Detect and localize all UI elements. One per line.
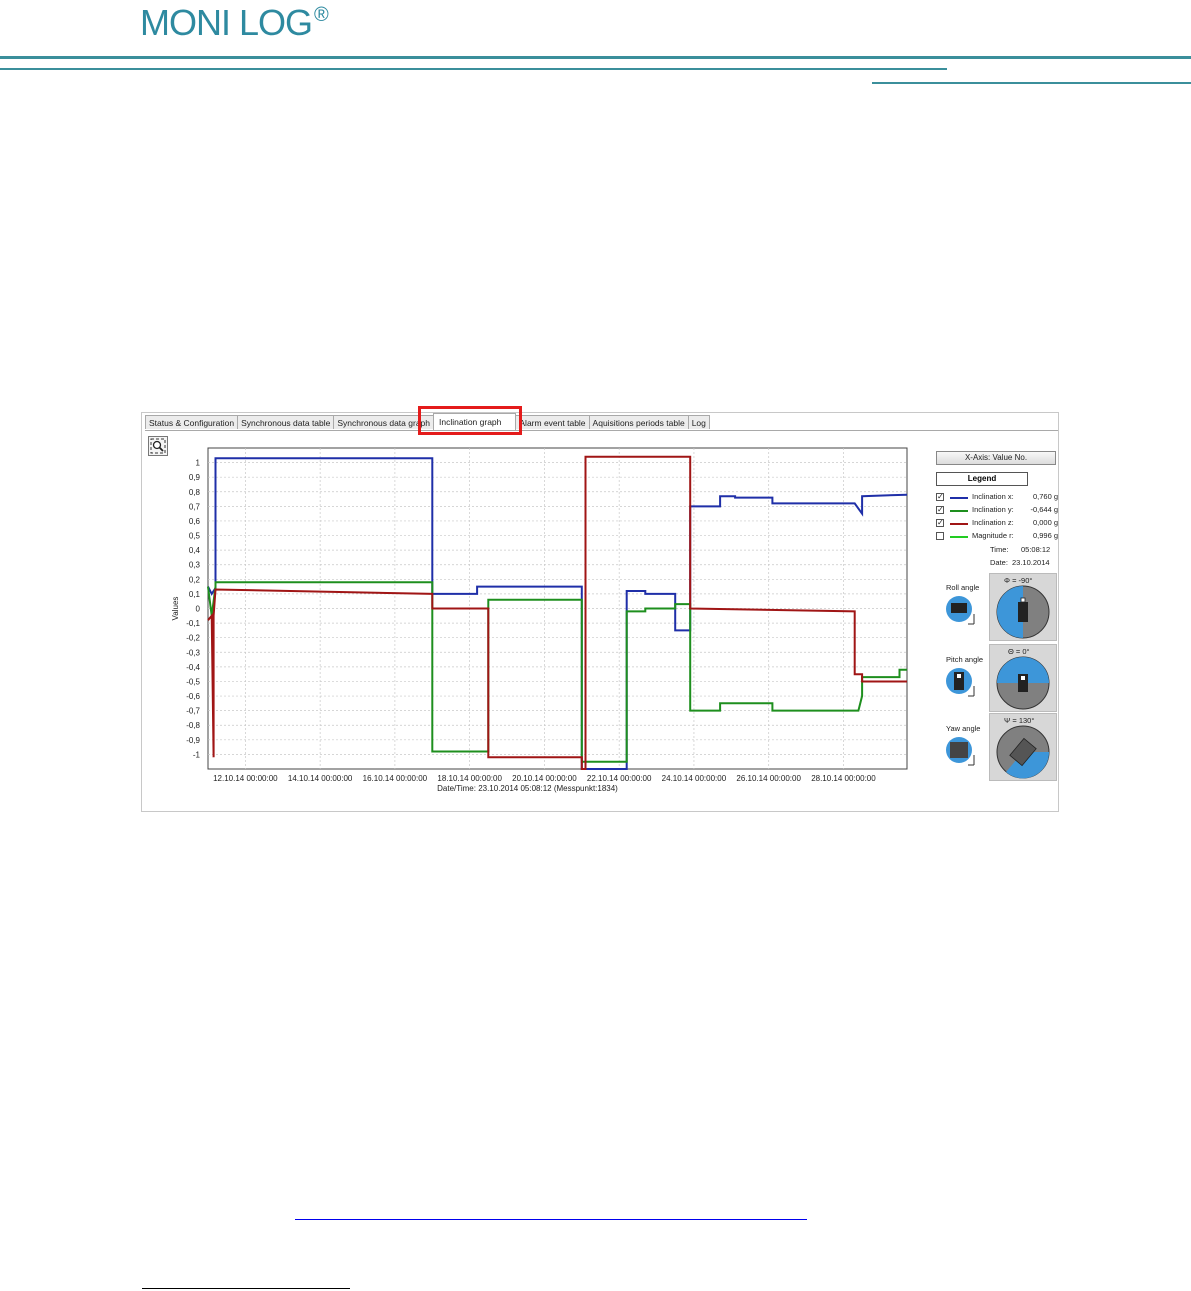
- y-tick-label: 0,7: [189, 502, 201, 511]
- y-tick-label: 0,6: [189, 517, 201, 526]
- legend-checkbox[interactable]: ✓: [936, 519, 944, 527]
- date-label: Date:: [990, 558, 1008, 567]
- header-rule-middle: [0, 68, 947, 70]
- y-tick-label: 0,8: [189, 488, 201, 497]
- pitch-dial-icon: [996, 656, 1050, 710]
- legend-panel: X-Axis: Value No. Legend ✓ Inclination x…: [934, 451, 1060, 791]
- legend-label: Inclination z:: [972, 518, 1014, 527]
- pitch-angle-label: Pitch angle: [946, 655, 984, 664]
- header-rule-bottom: [872, 82, 1191, 84]
- legend-row-inclination-x: ✓ Inclination x: 0,760 g: [936, 492, 1060, 504]
- x-tick-label: 12.10.14 00:00:00: [213, 774, 278, 783]
- x-tick-label: 16.10.14 00:00:00: [363, 774, 428, 783]
- x-tick-label: 20.10.14 00:00:00: [512, 774, 577, 783]
- x-tick-label: 24.10.14 00:00:00: [662, 774, 727, 783]
- app-screenshot: Status & Configuration Synchronous data …: [141, 412, 1059, 812]
- y-tick-label: -0,1: [186, 619, 200, 628]
- date-value: 23.10.2014: [1012, 558, 1050, 567]
- footnote-link-underline: [295, 1219, 807, 1220]
- y-tick-label: -0,6: [186, 692, 200, 701]
- legend-label: Inclination x:: [972, 492, 1014, 501]
- legend-value: 0,996 g: [1032, 531, 1058, 540]
- legend-button[interactable]: Legend: [936, 472, 1028, 486]
- y-tick-label: -0,9: [186, 736, 200, 745]
- legend-swatch: [950, 536, 968, 538]
- logo-registered-mark: ®: [314, 4, 329, 26]
- legend-row-inclination-z: ✓ Inclination z: 0,000 g: [936, 518, 1060, 530]
- roll-orientation-icon: [944, 594, 980, 630]
- x-tick-label: 28.10.14 00:00:00: [811, 774, 876, 783]
- x-axis-label: Date/Time: 23.10.2014 05:08:12 (Messpunk…: [437, 784, 618, 793]
- roll-dial-panel: Φ = -90°: [989, 573, 1057, 641]
- legend-checkbox[interactable]: ✓: [936, 493, 944, 501]
- x-tick-label: 22.10.14 00:00:00: [587, 774, 652, 783]
- y-axis-label: Values: [171, 597, 180, 621]
- y-tick-label: 0,9: [189, 473, 201, 482]
- pitch-dial-panel: Θ = 0°: [989, 644, 1057, 712]
- logo-text: MONI LOG: [140, 2, 313, 43]
- legend-value: 0,760 g: [1032, 492, 1058, 501]
- y-tick-label: 0,3: [189, 561, 201, 570]
- active-tab-highlight: [418, 406, 522, 435]
- y-tick-label: -0,4: [186, 663, 200, 672]
- x-tick-label: 14.10.14 00:00:00: [288, 774, 353, 783]
- legend-label: Magnitude r:: [972, 531, 1014, 540]
- y-tick-label: -0,3: [186, 648, 200, 657]
- brand-logo: MONI LOG ®: [140, 2, 329, 44]
- y-tick-label: -0,7: [186, 707, 200, 716]
- x-axis-button[interactable]: X-Axis: Value No.: [936, 451, 1056, 465]
- y-tick-label: -0,8: [186, 721, 200, 730]
- legend-value: 0,000 g: [1032, 518, 1058, 527]
- y-tick-label: -0,2: [186, 634, 200, 643]
- roll-dial-icon: [996, 585, 1050, 639]
- legend-checkbox[interactable]: ✓: [936, 506, 944, 514]
- y-tick-label: 0,1: [189, 590, 201, 599]
- pitch-orientation-icon: [944, 666, 980, 702]
- legend-row-magnitude-r: Magnitude r: 0,996 g: [936, 531, 1060, 543]
- legend-label: Inclination y:: [972, 505, 1014, 514]
- time-label: Time:: [990, 545, 1009, 554]
- y-tick-label: 0,4: [189, 546, 201, 555]
- x-tick-label: 26.10.14 00:00:00: [736, 774, 801, 783]
- inclination-chart: 1 0,9 0,8 0,7 0,6 0,5 0,4 0,3 0,2 0,1 0 -0,1 -0,2 -0,…: [171, 447, 908, 793]
- x-tick-label: 18.10.14 00:00:00: [437, 774, 502, 783]
- yaw-dial-icon: [996, 725, 1050, 779]
- legend-swatch: [950, 523, 968, 525]
- yaw-angle-label: Yaw angle: [946, 724, 981, 733]
- roll-angle-label: Roll angle: [946, 583, 980, 592]
- legend-swatch: [950, 497, 968, 499]
- y-tick-label: 0,5: [189, 532, 201, 541]
- y-tick-label: 1: [196, 459, 201, 468]
- yaw-dial-panel: Ψ = 130°: [989, 713, 1057, 781]
- legend-row-inclination-y: ✓ Inclination y: -0,644 g: [936, 505, 1060, 517]
- y-tick-label: 0,2: [189, 575, 201, 584]
- legend-swatch: [950, 510, 968, 512]
- legend-value: -0,644 g: [1030, 505, 1058, 514]
- yaw-orientation-icon: [944, 735, 980, 771]
- y-tick-label: -0,5: [186, 677, 200, 686]
- y-tick-label: 0: [196, 605, 201, 614]
- legend-checkbox[interactable]: [936, 532, 944, 540]
- header-rule-top: [0, 56, 1191, 59]
- footnote-separator: [142, 1288, 350, 1289]
- y-tick-label: -1: [193, 750, 201, 759]
- time-value: 05:08:12: [1021, 545, 1051, 554]
